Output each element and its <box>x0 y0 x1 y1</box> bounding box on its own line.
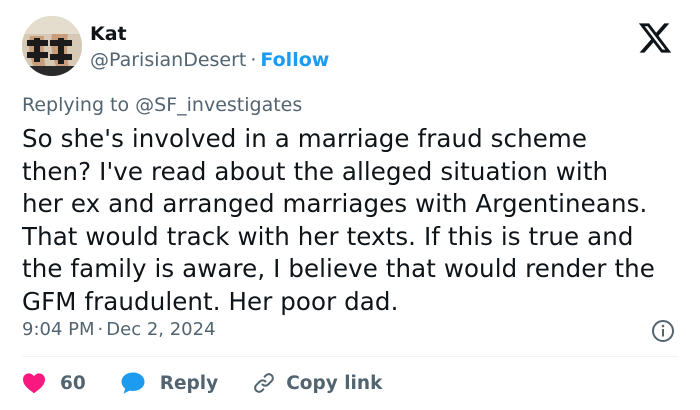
tweet-time: 9:04 PM <box>22 319 95 340</box>
reply-button[interactable]: Reply <box>120 371 218 395</box>
tweet-date: Dec 2, 2024 <box>106 319 216 340</box>
follow-button[interactable]: Follow <box>260 49 329 71</box>
tweet-line: then? I've read about the alleged situat… <box>22 156 609 186</box>
reply-mention-link[interactable]: @SF_investigates <box>135 94 302 116</box>
x-logo-icon[interactable] <box>636 20 674 56</box>
action-bar: 60 Reply Copy link <box>22 368 382 398</box>
avatar-image <box>22 16 82 76</box>
like-count: 60 <box>60 372 86 394</box>
author-name[interactable]: Kat <box>90 22 127 46</box>
author-handle[interactable]: @ParisianDesert <box>90 49 246 71</box>
tweet-timestamp[interactable]: 9:04 PM · Dec 2, 2024 <box>22 318 216 342</box>
reply-label: Reply <box>159 372 219 394</box>
heart-icon <box>23 373 45 394</box>
author-handle-row: @ParisianDesert · Follow <box>90 48 329 72</box>
like-button[interactable]: 60 <box>22 372 86 394</box>
copy-link-button[interactable]: Copy link <box>252 371 382 395</box>
tweet-line: GFM fraudulent. Her poor dad. <box>22 286 399 316</box>
info-icon[interactable] <box>651 319 675 343</box>
avatar[interactable] <box>22 16 82 76</box>
copy-link-label: Copy link <box>286 372 383 394</box>
tweet-line: the family is aware, I believe that woul… <box>22 254 655 283</box>
reply-context: Replying to @SF_investigates <box>22 93 302 117</box>
speech-bubble-icon <box>121 372 145 394</box>
tweet-line: So she's involved in a marriage fraud sc… <box>22 124 588 153</box>
tweet-text: So she's involved in a marriage fraud sc… <box>22 123 692 318</box>
timestamp-separator: · <box>97 319 104 340</box>
divider <box>22 356 678 357</box>
link-icon <box>254 373 275 393</box>
tweet-line: her ex and arranged marriages with Argen… <box>22 189 648 218</box>
reply-prefix: Replying to <box>22 94 136 116</box>
tweet-line: That would track with her texts. If this… <box>22 221 634 251</box>
handle-separator: · <box>250 49 257 71</box>
